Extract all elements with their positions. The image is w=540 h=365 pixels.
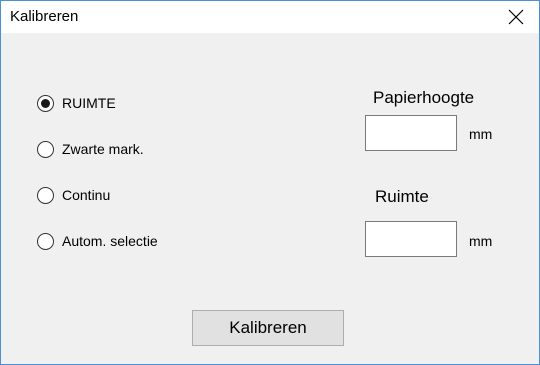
radio-option-autom-selectie[interactable]: Autom. selectie [37,231,158,251]
radio-button[interactable] [37,232,54,250]
gap-label: Ruimte [375,187,429,206]
radio-label: RUIMTE [62,95,116,111]
dialog-title: Kalibreren [10,8,79,25]
calibrate-button[interactable]: Kalibreren [192,310,344,346]
radio-button[interactable] [37,94,54,112]
radio-option-continu[interactable]: Continu [37,185,110,205]
calibrate-dialog: Kalibreren RUIMTE Zwarte mark. Continu A… [0,0,540,365]
radio-button[interactable] [37,140,54,158]
gap-unit: mm [469,233,493,249]
radio-option-ruimte[interactable]: RUIMTE [37,93,116,113]
close-icon [508,9,524,25]
gap-input[interactable] [365,221,457,257]
radio-selected-dot [41,98,50,108]
radio-button[interactable] [37,186,54,204]
radio-label: Zwarte mark. [62,141,144,157]
radio-label: Continu [62,187,111,203]
paper-height-label: Papierhoogte [373,88,475,107]
radio-option-zwarte-mark[interactable]: Zwarte mark. [37,139,144,159]
close-button[interactable] [493,1,539,33]
radio-label: Autom. selectie [62,233,158,249]
title-bar: Kalibreren [1,1,539,33]
paper-height-unit: mm [469,126,493,142]
paper-height-input[interactable] [365,115,457,151]
